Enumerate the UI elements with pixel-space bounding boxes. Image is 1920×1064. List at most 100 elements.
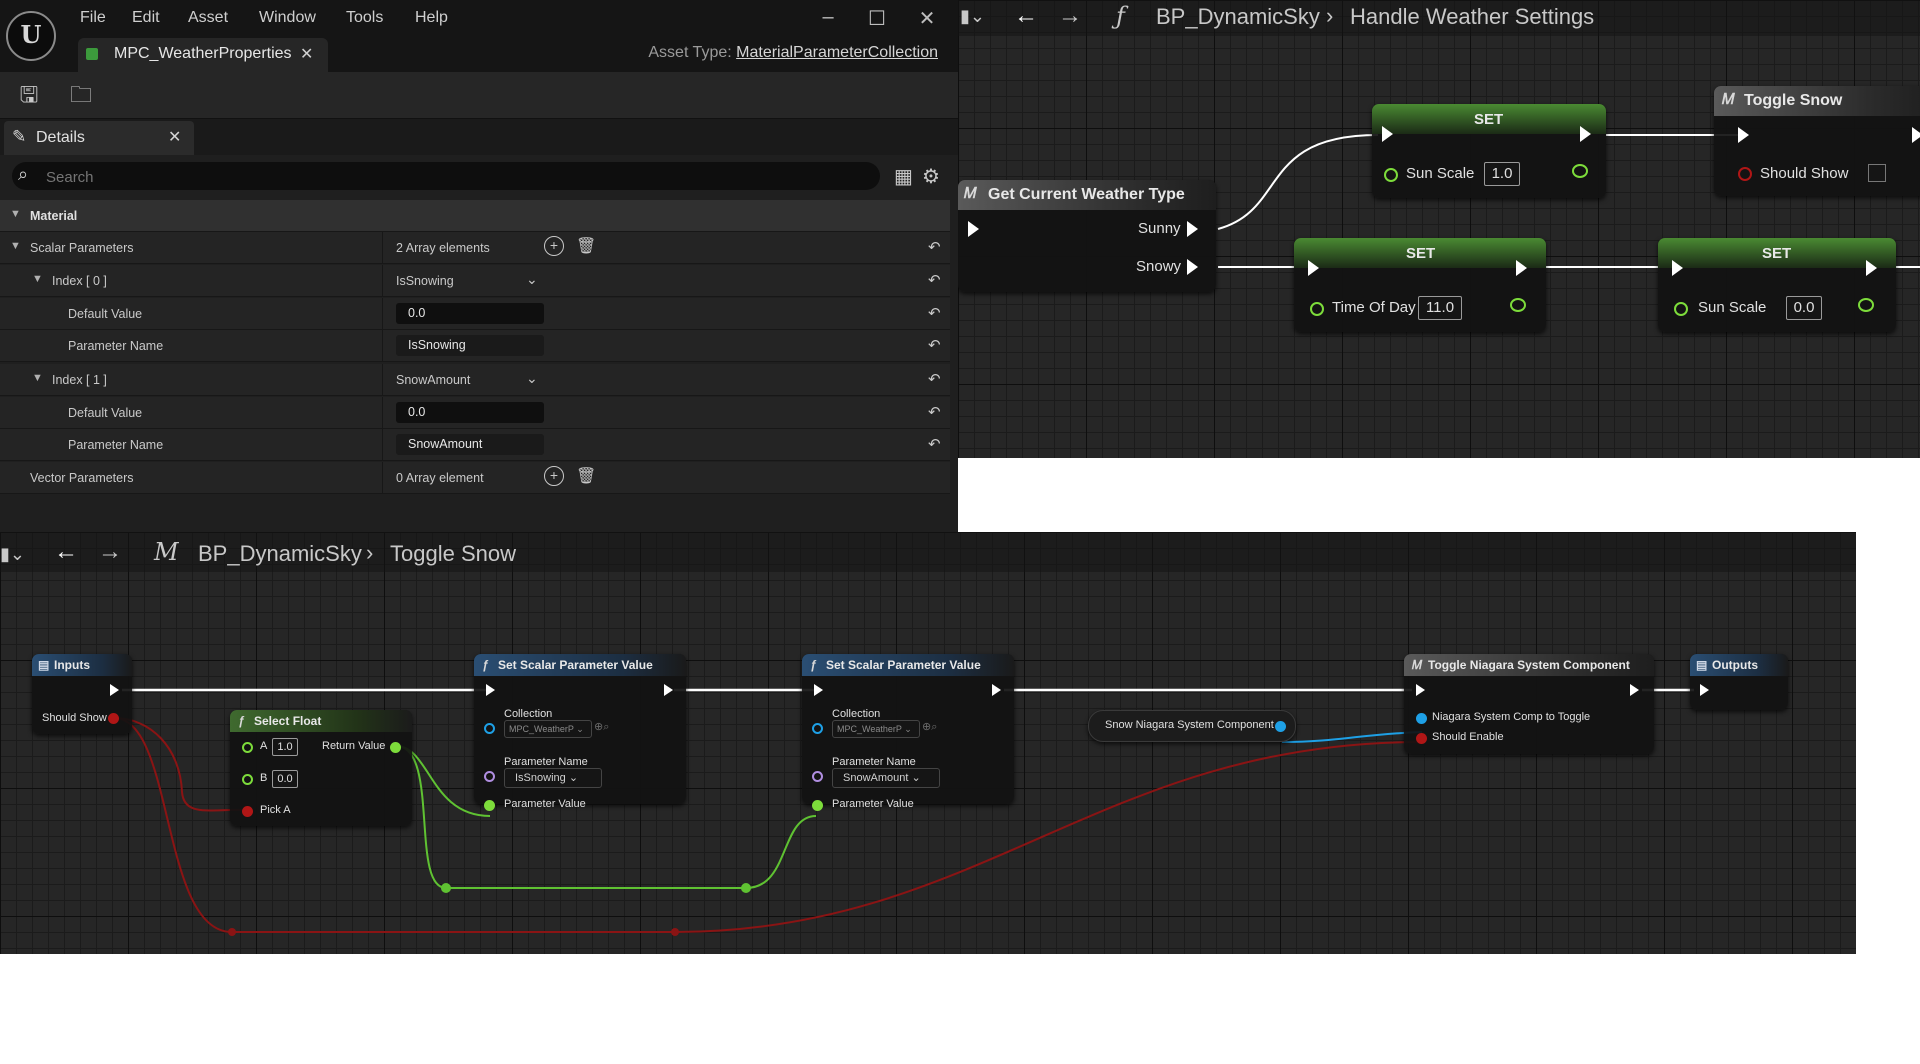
- exec-in-pin[interactable]: [1700, 684, 1709, 696]
- object-out-pin[interactable]: [1275, 721, 1286, 732]
- float-pin[interactable]: [1674, 302, 1688, 316]
- search-input[interactable]: [44, 165, 868, 189]
- float-out-pin[interactable]: [390, 742, 401, 753]
- reset-icon[interactable]: ↶: [928, 370, 941, 388]
- exec-out-pin[interactable]: [1580, 126, 1591, 142]
- exec-in-pin[interactable]: [814, 684, 823, 696]
- set-scalar-param-node-2[interactable]: ƒ Set Scalar Parameter Value Collection …: [802, 654, 1014, 811]
- niagara-variable-node[interactable]: Snow Niagara System Component: [1088, 710, 1296, 742]
- float-pin[interactable]: [242, 742, 253, 753]
- toggle-niagara-node[interactable]: 𝑀 Toggle Niagara System Component Niagar…: [1404, 654, 1654, 754]
- menu-help[interactable]: Help: [415, 9, 448, 27]
- search-bar[interactable]: ⌕: [12, 162, 880, 190]
- exec-out-pin[interactable]: [664, 684, 673, 696]
- reset-icon[interactable]: ↶: [928, 238, 941, 256]
- settings-gear-icon[interactable]: ⚙: [922, 164, 940, 189]
- asset-tab[interactable]: MPC_WeatherProperties ✕: [78, 38, 328, 72]
- collection-dropdown[interactable]: MPC_WeatherP ⌄: [832, 720, 920, 738]
- exec-in-pin[interactable]: [1738, 127, 1749, 143]
- minimize-icon[interactable]: –: [813, 6, 843, 29]
- float-pin[interactable]: [1310, 302, 1324, 316]
- float-pin[interactable]: [484, 800, 495, 811]
- delete-all-icon[interactable]: 🗑: [576, 466, 596, 486]
- set-scalar-param-node-1[interactable]: ƒ Set Scalar Parameter Value Collection …: [474, 654, 686, 811]
- menu-tools[interactable]: Tools: [346, 9, 383, 27]
- menu-asset[interactable]: Asset: [188, 9, 228, 27]
- bool-pin[interactable]: [242, 806, 253, 817]
- value-box[interactable]: 0.0: [272, 770, 298, 788]
- handle-weather-graph[interactable]: ▮⌄ ← → ƒ BP_DynamicSky › Handle Weather …: [958, 0, 1920, 458]
- value-box[interactable]: 0.0: [1786, 296, 1822, 320]
- float-out-pin[interactable]: [1572, 164, 1588, 178]
- asset-actions-icon[interactable]: ⊕⌕: [594, 720, 609, 734]
- reset-icon[interactable]: ↶: [928, 304, 941, 322]
- delete-all-icon[interactable]: 🗑: [576, 236, 596, 256]
- chevron-down-icon[interactable]: ⌄: [526, 370, 538, 387]
- bool-pin[interactable]: [1416, 733, 1427, 744]
- reset-icon[interactable]: ↶: [928, 403, 941, 421]
- chevron-down-icon[interactable]: ⌄: [526, 271, 538, 288]
- value-box[interactable]: 1.0: [1484, 162, 1520, 186]
- select-float-node[interactable]: ƒ Select Float A 1.0 B 0.0 Pick A Return…: [230, 710, 412, 826]
- exec-in-pin[interactable]: [968, 221, 979, 237]
- float-pin[interactable]: [242, 774, 253, 785]
- float-pin[interactable]: [1384, 168, 1398, 182]
- value-box[interactable]: 11.0: [1418, 296, 1462, 320]
- exec-out-pin[interactable]: [992, 684, 1001, 696]
- outputs-node[interactable]: ▤ Outputs: [1690, 654, 1788, 710]
- menu-edit[interactable]: Edit: [132, 9, 160, 27]
- toggle-snow-node[interactable]: 𝑀 Toggle Snow Should Show: [1714, 86, 1920, 196]
- object-pin[interactable]: [812, 723, 823, 734]
- inputs-node[interactable]: ▤ Inputs Should Show: [32, 654, 132, 734]
- exec-out-pin[interactable]: [1187, 259, 1198, 275]
- reset-icon[interactable]: ↶: [928, 271, 941, 289]
- value-box[interactable]: 1.0: [272, 738, 298, 756]
- exec-in-pin[interactable]: [1382, 126, 1393, 142]
- parameter-name-field[interactable]: IsSnowing: [396, 335, 544, 356]
- name-pin[interactable]: [484, 771, 495, 782]
- object-pin[interactable]: [1416, 713, 1427, 724]
- material-section[interactable]: ▼ Material: [0, 200, 950, 232]
- float-out-pin[interactable]: [1858, 298, 1874, 312]
- exec-in-pin[interactable]: [1416, 684, 1425, 696]
- maximize-icon[interactable]: ☐: [862, 6, 892, 31]
- exec-out-pin[interactable]: [1516, 260, 1527, 276]
- collection-dropdown[interactable]: MPC_WeatherP ⌄: [504, 720, 592, 738]
- add-element-icon[interactable]: +: [544, 466, 564, 486]
- exec-out-pin[interactable]: [110, 684, 119, 696]
- save-icon[interactable]: 🖫: [16, 82, 42, 108]
- default-value-field[interactable]: 0.0: [396, 303, 544, 324]
- exec-in-pin[interactable]: [486, 684, 495, 696]
- details-tab[interactable]: ✎ Details ✕: [4, 121, 194, 155]
- exec-out-pin[interactable]: [1866, 260, 1877, 276]
- close-icon[interactable]: ✕: [912, 6, 942, 31]
- bool-pin[interactable]: [1738, 167, 1752, 181]
- browse-asset-icon[interactable]: 🗀: [68, 82, 94, 108]
- close-tab-icon[interactable]: ✕: [300, 44, 313, 64]
- table-view-icon[interactable]: ▦: [894, 164, 913, 189]
- exec-in-pin[interactable]: [1308, 260, 1319, 276]
- caret-down-icon[interactable]: ▼: [10, 240, 21, 252]
- menu-file[interactable]: File: [80, 9, 106, 27]
- float-pin[interactable]: [812, 800, 823, 811]
- parameter-name-dropdown[interactable]: IsSnowing ⌄: [504, 768, 602, 788]
- exec-in-pin[interactable]: [1672, 260, 1683, 276]
- exec-out-pin[interactable]: [1187, 221, 1198, 237]
- exec-out-pin[interactable]: [1912, 127, 1920, 143]
- name-pin[interactable]: [812, 771, 823, 782]
- checkbox[interactable]: [1868, 164, 1886, 182]
- get-weather-node[interactable]: 𝑀 Get Current Weather Type Sunny Snowy: [958, 180, 1216, 292]
- menu-window[interactable]: Window: [259, 9, 316, 27]
- caret-down-icon[interactable]: ▼: [32, 273, 43, 285]
- asset-type-link[interactable]: MaterialParameterCollection: [736, 44, 938, 61]
- exec-out-pin[interactable]: [1630, 684, 1639, 696]
- set-time-of-day-node[interactable]: SET Time Of Day 11.0: [1294, 238, 1546, 332]
- reset-icon[interactable]: ↶: [928, 435, 941, 453]
- close-details-icon[interactable]: ✕: [168, 127, 181, 147]
- parameter-name-field[interactable]: SnowAmount: [396, 434, 544, 455]
- asset-actions-icon[interactable]: ⊕⌕: [922, 720, 937, 734]
- parameter-name-dropdown[interactable]: SnowAmount ⌄: [832, 768, 940, 788]
- float-out-pin[interactable]: [1510, 298, 1526, 312]
- add-element-icon[interactable]: +: [544, 236, 564, 256]
- default-value-field[interactable]: 0.0: [396, 402, 544, 423]
